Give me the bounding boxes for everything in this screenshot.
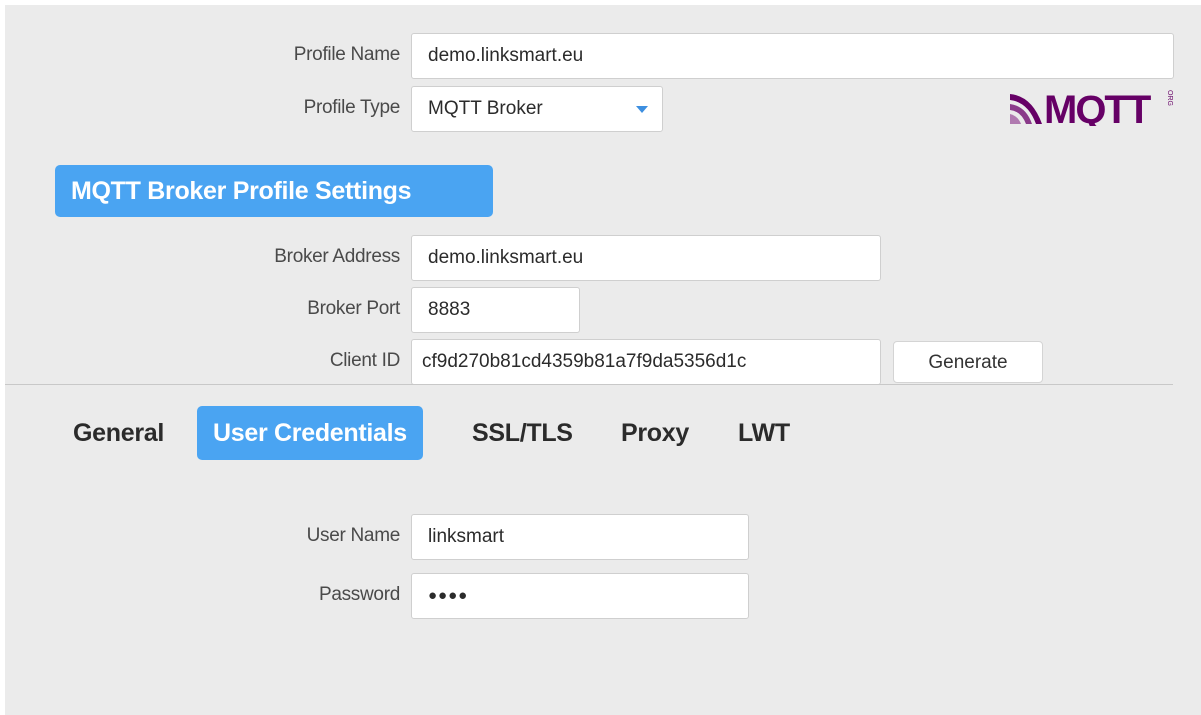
- password-label: Password: [318, 584, 400, 605]
- password-input[interactable]: ●●●●: [411, 573, 749, 619]
- profile-type-value: MQTT Broker: [428, 98, 543, 119]
- broker-address-label: Broker Address: [274, 246, 400, 267]
- tab-lwt[interactable]: LWT: [738, 406, 790, 460]
- profile-name-label: Profile Name: [293, 44, 401, 65]
- mqtt-logo-icon: MQTT ORG: [1010, 88, 1173, 132]
- profile-type-select[interactable]: MQTT Broker: [411, 86, 663, 132]
- client-id-label: Client ID: [329, 350, 400, 371]
- section-title: MQTT Broker Profile Settings: [55, 165, 493, 217]
- username-label: User Name: [306, 525, 401, 546]
- profile-name-input[interactable]: demo.linksmart.eu: [411, 33, 1174, 79]
- generate-button[interactable]: Generate: [893, 341, 1043, 383]
- broker-port-input[interactable]: 8883: [411, 287, 580, 333]
- broker-address-input[interactable]: demo.linksmart.eu: [411, 235, 881, 281]
- mqtt-logo: MQTT ORG: [1006, 86, 1176, 132]
- client-id-input[interactable]: cf9d270b81cd4359b81a7f9da5356d1c: [411, 339, 881, 385]
- broker-port-label: Broker Port: [307, 298, 400, 319]
- chevron-down-icon: [636, 106, 648, 113]
- section-divider: [5, 384, 1173, 385]
- logo-text: MQTT: [1044, 88, 1151, 126]
- logo-suffix: ORG: [1166, 90, 1173, 106]
- tab-user-credentials[interactable]: User Credentials: [197, 406, 423, 460]
- username-input[interactable]: linksmart: [411, 514, 749, 560]
- tab-general[interactable]: General: [73, 406, 164, 460]
- profile-type-label: Profile Type: [303, 97, 401, 118]
- tab-proxy[interactable]: Proxy: [621, 406, 689, 460]
- tab-ssl-tls[interactable]: SSL/TLS: [472, 406, 573, 460]
